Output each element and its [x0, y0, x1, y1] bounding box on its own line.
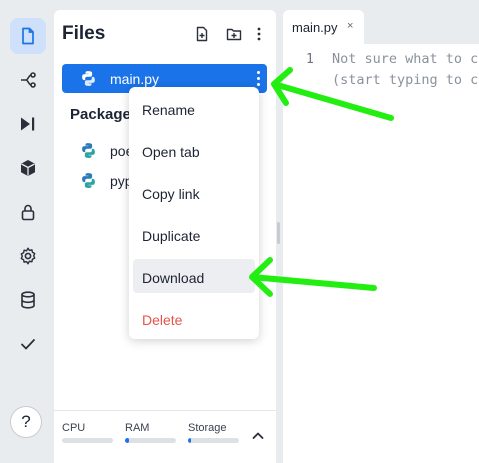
- settings-rail-button[interactable]: [10, 238, 46, 274]
- menu-item-label: Download: [142, 270, 205, 286]
- line-number: 1: [306, 52, 314, 67]
- chevron-up-icon[interactable]: [250, 428, 266, 444]
- panel-resize-handle[interactable]: [277, 222, 280, 244]
- file-context-menu: Rename Open tab Copy link Duplicate Down…: [129, 87, 259, 339]
- file-name: main.py: [110, 71, 160, 87]
- editor-area: main.py × 1 Not sure what to c (start ty…: [283, 10, 479, 463]
- menu-item-rename[interactable]: Rename: [133, 91, 255, 125]
- files-rail-button[interactable]: [10, 18, 46, 54]
- git-rail-button[interactable]: [10, 62, 46, 98]
- new-folder-icon[interactable]: [226, 26, 242, 42]
- activity-rail: [0, 0, 56, 463]
- git-branch-icon: [21, 72, 36, 88]
- tests-rail-button[interactable]: [10, 326, 46, 362]
- help-button[interactable]: ?: [10, 406, 42, 438]
- run-rail-button[interactable]: [10, 106, 46, 142]
- ram-label: RAM: [125, 422, 150, 434]
- cpu-meter: CPU: [62, 422, 113, 443]
- menu-item-open-tab[interactable]: Open tab: [133, 133, 255, 167]
- storage-meter: Storage: [188, 422, 239, 443]
- menu-item-label: Open tab: [142, 144, 200, 160]
- menu-item-label: Rename: [142, 102, 195, 118]
- python-icon: [82, 173, 95, 188]
- menu-item-label: Duplicate: [142, 228, 201, 244]
- files-title: Files: [62, 23, 106, 44]
- help-icon: ?: [21, 412, 31, 431]
- gear-icon: [20, 247, 36, 265]
- code-editor[interactable]: 1 Not sure what to c (start typing to c: [283, 44, 479, 463]
- database-icon: [21, 291, 35, 309]
- file-options-button[interactable]: [251, 68, 265, 89]
- placeholder-text: (start typing to c: [332, 72, 479, 88]
- ram-fill: [125, 438, 130, 443]
- menu-item-label: Delete: [142, 312, 183, 328]
- storage-label: Storage: [188, 422, 227, 434]
- tab-main-py[interactable]: main.py ×: [283, 10, 364, 44]
- cube-icon: [21, 160, 35, 176]
- check-icon: [21, 339, 35, 350]
- storage-fill: [188, 438, 191, 443]
- ram-meter: RAM: [125, 422, 176, 443]
- menu-item-duplicate[interactable]: Duplicate: [133, 217, 255, 251]
- play-step-icon: [21, 117, 35, 131]
- database-rail-button[interactable]: [10, 282, 46, 318]
- new-file-icon[interactable]: [194, 26, 210, 42]
- menu-item-delete[interactable]: Delete: [133, 301, 255, 335]
- file-icon: [22, 27, 34, 45]
- python-icon: [82, 143, 95, 158]
- menu-item-label: Copy link: [142, 186, 200, 202]
- kebab-menu-icon[interactable]: [251, 26, 267, 42]
- close-icon[interactable]: ×: [347, 20, 353, 32]
- packages-title: Package: [70, 106, 131, 123]
- menu-item-copy-link[interactable]: Copy link: [133, 175, 255, 209]
- cpu-label: CPU: [62, 422, 86, 434]
- python-icon: [82, 71, 95, 86]
- packages-rail-button[interactable]: [10, 150, 46, 186]
- resource-usage-bar: CPU RAM Storage: [54, 410, 276, 463]
- lock-icon: [21, 204, 35, 221]
- tab-label: main.py: [292, 20, 338, 35]
- placeholder-text: Not sure what to c: [332, 51, 479, 67]
- menu-item-download[interactable]: Download: [133, 259, 255, 293]
- secrets-rail-button[interactable]: [10, 194, 46, 230]
